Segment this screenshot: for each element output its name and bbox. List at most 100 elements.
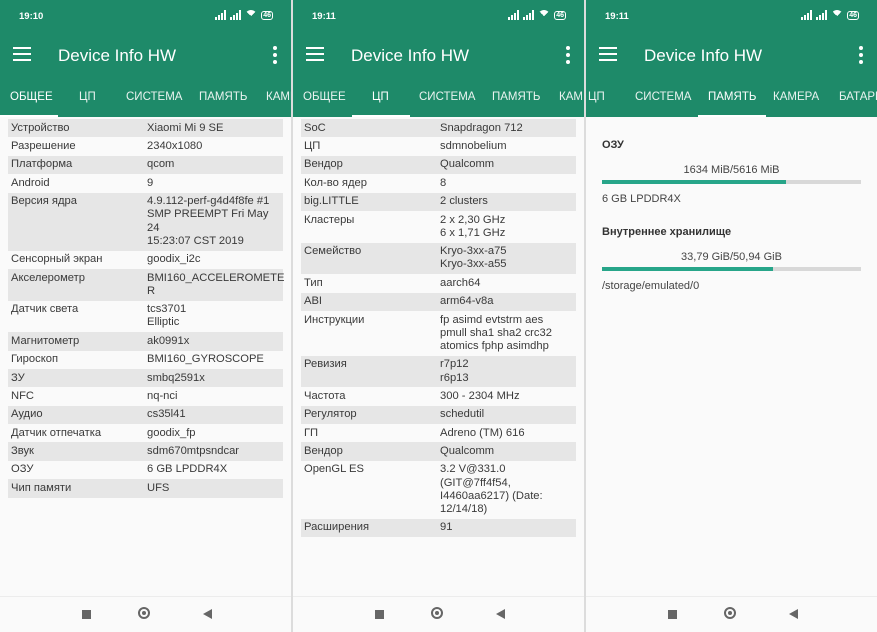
table-row: Магнитометр ak0991x — [8, 332, 283, 351]
row-value: 8 — [440, 176, 447, 189]
row-label: Кластеры — [304, 213, 355, 226]
tab-camera[interactable]: КАМ — [559, 91, 583, 103]
row-value: goodix_i2c — [147, 253, 201, 266]
row-value: Kryo-3xx-a75 Kryo-3xx-a55 — [440, 245, 507, 271]
tab-cpu[interactable]: ЦП — [372, 91, 389, 103]
battery-icon: 46 — [847, 10, 859, 20]
row-value: nq-nci — [147, 389, 178, 402]
tab-general[interactable]: ОБЩЕЕ — [303, 91, 346, 103]
tab-system[interactable]: СИСТЕМА — [126, 91, 182, 103]
recents-icon[interactable] — [668, 610, 677, 619]
signal-icon — [215, 10, 227, 20]
memory-content: ОЗУ 1634 MiB/5616 MiB 6 GB LPDDR4X Внутр… — [586, 117, 877, 597]
status-icons: 46 — [508, 10, 566, 22]
row-value: BMI160_GYROSCOPE — [147, 353, 264, 366]
home-icon[interactable] — [724, 607, 736, 619]
tab-bar: ОБЩЕЕ ЦП СИСТЕМА ПАМЯТЬ КАМ — [293, 79, 584, 117]
table-row: Чип памяти UFS — [8, 479, 283, 498]
tab-system[interactable]: СИСТЕМА — [635, 91, 691, 103]
row-label: ОЗУ — [11, 463, 34, 476]
row-label: Частота — [304, 389, 346, 402]
row-value: 4.9.112-perf-g4d4f8fe #1 SMP PREEMPT Fri… — [147, 195, 270, 247]
home-icon[interactable] — [138, 607, 150, 619]
signal-icon — [508, 10, 520, 20]
row-label: Android — [11, 176, 50, 189]
table-row: Устройство Xiaomi Mi 9 SE — [8, 119, 283, 138]
row-label: ГП — [304, 426, 319, 439]
row-label: ЦП — [304, 139, 321, 152]
row-label: SoC — [304, 121, 326, 134]
battery-icon: 46 — [554, 10, 566, 20]
tab-cpu[interactable]: ЦП — [79, 91, 96, 103]
signal-icon — [523, 10, 535, 20]
wifi-icon — [245, 10, 258, 22]
row-label: Кол-во ядер — [304, 176, 367, 189]
table-row: ABI arm64-v8a — [301, 292, 576, 311]
hamburger-menu-icon[interactable] — [13, 47, 31, 61]
back-icon[interactable] — [203, 609, 212, 619]
row-label: Платформа — [11, 158, 73, 171]
more-options-icon[interactable] — [566, 46, 570, 64]
hamburger-menu-icon[interactable] — [599, 47, 617, 61]
app-title: Device Info HW — [351, 46, 470, 65]
app-bar: Device Info HW — [0, 33, 291, 79]
table-row: Расширения 91 — [301, 518, 576, 538]
tab-camera[interactable]: КАМЕРА — [773, 91, 819, 103]
app-title: Device Info HW — [644, 46, 763, 65]
row-label: Датчик отпечатка — [11, 426, 102, 439]
row-value: Xiaomi Mi 9 SE — [147, 121, 224, 134]
tab-system[interactable]: СИСТЕМА — [419, 91, 475, 103]
battery-icon: 46 — [261, 10, 273, 20]
table-row: ЦП sdmnobelium — [301, 137, 576, 155]
storage-section: Внутреннее хранилище 33,79 GiB/50,94 GiB… — [602, 226, 861, 292]
status-time: 19:11 — [312, 11, 336, 22]
recents-icon[interactable] — [375, 610, 384, 619]
tab-camera[interactable]: КАМЕ — [266, 91, 291, 103]
row-label: Ревизия — [304, 358, 347, 371]
table-row: ОЗУ 6 GB LPDDR4X — [8, 461, 283, 479]
table-row: Сенсорный экран goodix_i2c — [8, 251, 283, 269]
table-row: Кластеры 2 x 2,30 GHz 6 x 1,71 GHz — [301, 211, 576, 243]
row-value: 2340x1080 — [147, 139, 203, 152]
row-value: cs35l41 — [147, 408, 186, 421]
tab-general[interactable]: ОБЩЕЕ — [10, 91, 53, 103]
row-value: 91 — [440, 521, 453, 534]
table-row: SoC Snapdragon 712 — [301, 119, 576, 138]
tab-battery[interactable]: БАТАРЕ — [839, 91, 877, 103]
row-value: 300 - 2304 MHz — [440, 389, 520, 402]
info-table: SoC Snapdragon 712 ЦП sdmnobelium Вендор Qual… — [301, 119, 576, 538]
hamburger-menu-icon[interactable] — [306, 47, 324, 61]
screenshot-collage: 19:10 46 Device Info HW ОБЩЕЕ ЦП СИСТЕМА… — [0, 0, 877, 632]
info-content: Устройство Xiaomi Mi 9 SE Разрешение 2340x1… — [0, 117, 291, 597]
table-row: Семейство Kryo-3xx-a75 Kryo-3xx-a55 — [301, 242, 576, 275]
row-value: sdm670mtpsndcar — [147, 445, 240, 458]
recents-icon[interactable] — [82, 610, 91, 619]
row-value: 2 x 2,30 GHz 6 x 1,71 GHz — [440, 213, 506, 239]
tab-memory[interactable]: ПАМЯТЬ — [708, 91, 756, 103]
tab-cpu[interactable]: ЦП — [588, 91, 605, 103]
more-options-icon[interactable] — [859, 46, 863, 64]
table-row: Инструкции fp asimd evtstrm aes pmull sha… — [301, 311, 576, 356]
row-value: Adreno (TM) 616 — [440, 426, 525, 439]
storage-usage: 33,79 GiB/50,94 GiB — [681, 251, 782, 263]
info-content: SoC Snapdragon 712 ЦП sdmnobelium Вендор Qual… — [293, 117, 584, 597]
back-icon[interactable] — [789, 609, 798, 619]
row-value: r7p12 r6p13 — [440, 358, 469, 384]
row-value: arm64-v8a — [440, 295, 494, 308]
row-value: smbq2591x — [147, 371, 205, 384]
row-value: aarch64 — [440, 276, 481, 289]
tab-memory[interactable]: ПАМЯТЬ — [492, 91, 540, 103]
home-icon[interactable] — [431, 607, 443, 619]
tab-memory[interactable]: ПАМЯТЬ — [199, 91, 247, 103]
storage-path: /storage/emulated/0 — [602, 280, 700, 292]
status-icons: 46 — [215, 10, 273, 22]
row-value: 6 GB LPDDR4X — [147, 463, 228, 476]
status-time: 19:11 — [605, 11, 629, 22]
more-options-icon[interactable] — [273, 46, 277, 64]
ram-usage: 1634 MiB/5616 MiB — [683, 164, 780, 176]
info-table: Устройство Xiaomi Mi 9 SE Разрешение 2340x1… — [8, 119, 284, 498]
status-bar: 19:10 46 — [0, 0, 291, 33]
row-value: schedutil — [440, 408, 485, 421]
back-icon[interactable] — [496, 609, 505, 619]
storage-title: Внутреннее хранилище — [602, 226, 732, 238]
